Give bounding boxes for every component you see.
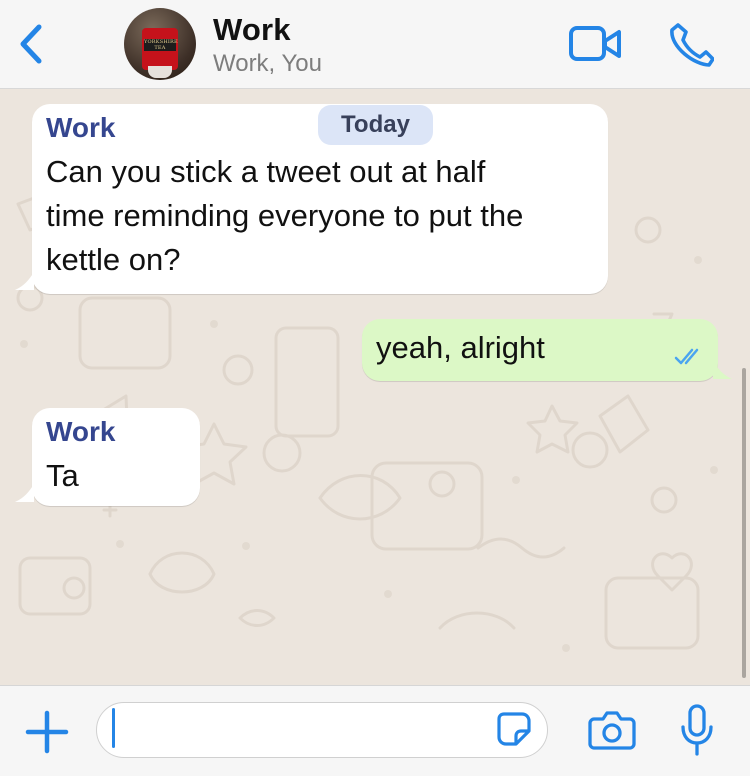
chat-header: YORKSHIRE TEA Work Work, You — [0, 0, 750, 89]
microphone-icon — [681, 704, 713, 756]
chevron-left-icon — [20, 24, 42, 64]
date-divider: Today — [318, 105, 433, 145]
camera-button[interactable] — [588, 710, 636, 750]
voice-message-button[interactable] — [680, 703, 714, 757]
message-sender-name: Work — [46, 416, 116, 447]
message-composer — [0, 685, 750, 776]
outgoing-message-bubble[interactable]: yeah, alright — [362, 319, 718, 381]
video-call-button[interactable] — [568, 24, 622, 64]
sticker-button[interactable] — [496, 711, 532, 747]
video-call-icon — [569, 26, 621, 61]
message-sender-name: Work — [46, 112, 116, 143]
tea-tin-label: YORKSHIRE TEA — [144, 39, 178, 51]
chat-screen: YORKSHIRE TEA Work Work, You Work Can yo… — [0, 0, 750, 776]
chat-participants[interactable]: Work, You — [213, 50, 322, 78]
message-input[interactable] — [96, 702, 548, 758]
text-cursor — [112, 708, 115, 748]
message-text-line: kettle on? — [46, 242, 181, 277]
message-text-line: time reminding everyone to put the — [46, 198, 524, 233]
message-text: Ta — [46, 458, 79, 493]
group-avatar[interactable]: YORKSHIRE TEA — [124, 8, 196, 80]
plus-icon — [25, 710, 69, 754]
incoming-message-bubble[interactable]: Work Ta — [32, 408, 200, 506]
sticker-icon — [497, 712, 531, 746]
attach-button[interactable] — [23, 708, 71, 756]
chat-scrollbar[interactable] — [742, 368, 746, 678]
incoming-bubble-tail — [15, 484, 34, 502]
outgoing-bubble-tail — [713, 361, 732, 379]
message-text: yeah, alright — [376, 330, 545, 365]
message-thread[interactable]: Work Can you stick a tweet out at half t… — [0, 88, 750, 685]
incoming-bubble-tail — [15, 272, 34, 290]
tea-cup — [148, 66, 172, 78]
chat-title[interactable]: Work — [213, 12, 291, 48]
message-text-line: Can you stick a tweet out at half — [46, 154, 486, 189]
camera-icon — [588, 711, 636, 750]
back-button[interactable] — [14, 22, 48, 66]
voice-call-button[interactable] — [666, 20, 715, 68]
phone-icon — [670, 23, 715, 67]
double-check-read-icon — [674, 348, 699, 365]
